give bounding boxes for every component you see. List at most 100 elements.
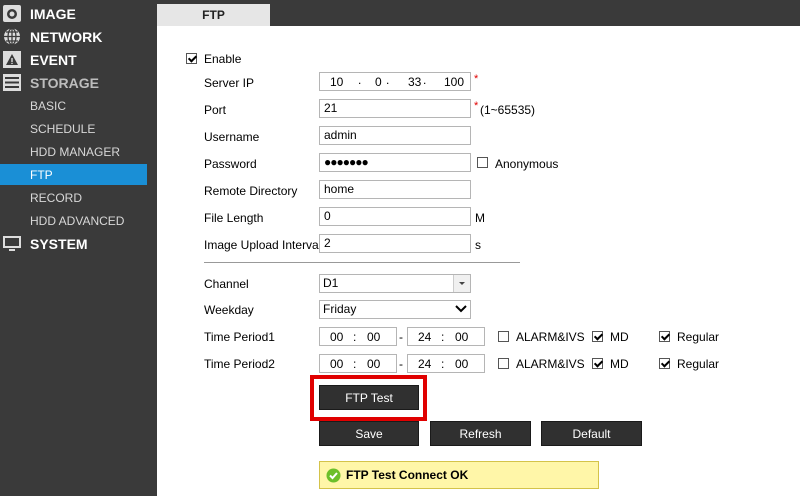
time-period2-label: Time Period2 [204, 357, 275, 371]
status-message: FTP Test Connect OK [319, 461, 599, 489]
sidebar-item-label: HDD ADVANCED [30, 214, 125, 228]
camera-icon [3, 5, 21, 22]
storage-icon [3, 74, 21, 91]
alarm-ivs-label: ALARM&IVS [516, 330, 585, 344]
sidebar-item-hdd-manager[interactable]: HDD MANAGER [0, 141, 147, 162]
chevron-down-icon [453, 275, 470, 292]
end-minute[interactable]: 00 [455, 330, 468, 344]
regular-checkbox[interactable] [659, 331, 670, 342]
file-length-field[interactable]: 0 [319, 207, 471, 226]
anonymous-label: Anonymous [495, 157, 559, 171]
ip-octet-2[interactable]: 0 [375, 74, 382, 91]
upload-interval-unit: s [475, 238, 481, 252]
anonymous-checkbox[interactable] [477, 157, 488, 168]
port-field[interactable]: 21 [319, 99, 471, 118]
time-period2-end[interactable]: 24 : 00 [407, 354, 485, 373]
sidebar-item-label: FTP [30, 168, 53, 182]
start-hour[interactable]: 00 [330, 357, 343, 371]
save-button[interactable]: Save [319, 421, 419, 446]
md-label: MD [610, 357, 629, 371]
sidebar-item-label: SCHEDULE [30, 122, 96, 136]
nav-item-network[interactable]: NETWORK [0, 26, 147, 47]
section-divider [204, 262, 520, 263]
file-length-unit: M [475, 211, 485, 225]
nav-label-storage: STORAGE [30, 75, 99, 91]
nav-item-image[interactable]: IMAGE [0, 3, 147, 24]
ftp-test-button[interactable]: FTP Test [319, 385, 419, 410]
upload-interval-field[interactable]: 2 [319, 234, 471, 253]
time-period2-start[interactable]: 00 : 00 [319, 354, 397, 373]
regular-label: Regular [677, 357, 720, 371]
nav-label-image: IMAGE [30, 6, 76, 22]
enable-label: Enable [204, 52, 242, 66]
username-field[interactable]: admin [319, 126, 471, 145]
alarm-ivs-checkbox[interactable] [498, 331, 509, 342]
time-period1-start[interactable]: 00 : 00 [319, 327, 397, 346]
server-ip-label: Server IP [204, 76, 255, 90]
remote-directory-field[interactable]: home [319, 180, 471, 199]
start-minute[interactable]: 00 [367, 357, 380, 371]
channel-select[interactable]: D1 [319, 274, 471, 293]
alarm-ivs-checkbox[interactable] [498, 358, 509, 369]
sidebar-item-basic[interactable]: BASIC [0, 95, 147, 116]
md-label: MD [610, 330, 629, 344]
warning-icon [3, 51, 21, 68]
sidebar-item-hdd-advanced[interactable]: HDD ADVANCED [0, 210, 147, 231]
end-hour[interactable]: 24 [418, 330, 431, 344]
ip-octet-4[interactable]: 100 [444, 74, 464, 91]
upload-interval-label: Image Upload Interval [204, 238, 322, 252]
ftp-panel: Enable Server IP 10 . 0 . 33 . 100 * Por… [157, 26, 800, 496]
sidebar-item-label: RECORD [30, 191, 83, 205]
nav-label-event: EVENT [30, 52, 77, 68]
main-area: FTP Enable Server IP 10 . 0 . 33 . 100 *… [157, 0, 800, 496]
time-sep: : [353, 357, 357, 371]
channel-value: D1 [323, 276, 339, 290]
range-sep: - [399, 330, 403, 344]
nav-item-storage[interactable]: STORAGE [0, 72, 147, 93]
enable-checkbox[interactable] [186, 53, 197, 64]
ip-dot: . [386, 73, 390, 87]
weekday-value: Friday [323, 302, 357, 316]
sidebar-item-record[interactable]: RECORD [0, 187, 147, 208]
sidebar: IMAGE NETWORK EVENT STORAGE BASIC SCHEDU… [0, 0, 157, 496]
nav-item-system[interactable]: SYSTEM [0, 233, 147, 254]
monitor-icon [3, 236, 21, 251]
end-hour[interactable]: 24 [418, 357, 431, 371]
tab-ftp[interactable]: FTP [157, 4, 270, 26]
weekday-select[interactable]: Friday [319, 300, 471, 319]
end-minute[interactable]: 00 [455, 357, 468, 371]
server-ip-field[interactable]: 10 . 0 . 33 . 100 [319, 72, 471, 91]
md-checkbox[interactable] [592, 358, 603, 369]
status-text: FTP Test Connect OK [346, 468, 469, 482]
sidebar-item-label: HDD MANAGER [30, 145, 121, 159]
sidebar-item-schedule[interactable]: SCHEDULE [0, 118, 147, 139]
chevron-down-icon [455, 303, 467, 318]
nav-label-system: SYSTEM [30, 236, 88, 252]
start-hour[interactable]: 00 [330, 330, 343, 344]
password-label: Password [204, 157, 257, 171]
username-label: Username [204, 130, 260, 144]
regular-label: Regular [677, 330, 720, 344]
time-sep: : [353, 330, 357, 344]
ip-octet-1[interactable]: 10 [330, 74, 343, 91]
default-button[interactable]: Default [541, 421, 642, 446]
regular-checkbox[interactable] [659, 358, 670, 369]
file-length-label: File Length [204, 211, 264, 225]
md-checkbox[interactable] [592, 331, 603, 342]
remote-directory-label: Remote Directory [204, 184, 298, 198]
sidebar-item-ftp[interactable]: FTP [0, 164, 147, 185]
port-label: Port [204, 103, 227, 117]
start-minute[interactable]: 00 [367, 330, 380, 344]
nav-label-network: NETWORK [30, 29, 103, 45]
refresh-button[interactable]: Refresh [430, 421, 531, 446]
ip-dot: . [358, 73, 362, 87]
check-circle-icon [326, 468, 341, 483]
password-field[interactable]: ●●●●●●● [319, 153, 471, 172]
ip-octet-3[interactable]: 33 [408, 74, 421, 91]
time-period1-end[interactable]: 24 : 00 [407, 327, 485, 346]
required-mark: * [474, 100, 479, 112]
nav-item-event[interactable]: EVENT [0, 49, 147, 70]
weekday-label: Weekday [204, 303, 254, 317]
channel-label: Channel [204, 277, 249, 291]
required-mark: * [474, 73, 479, 85]
